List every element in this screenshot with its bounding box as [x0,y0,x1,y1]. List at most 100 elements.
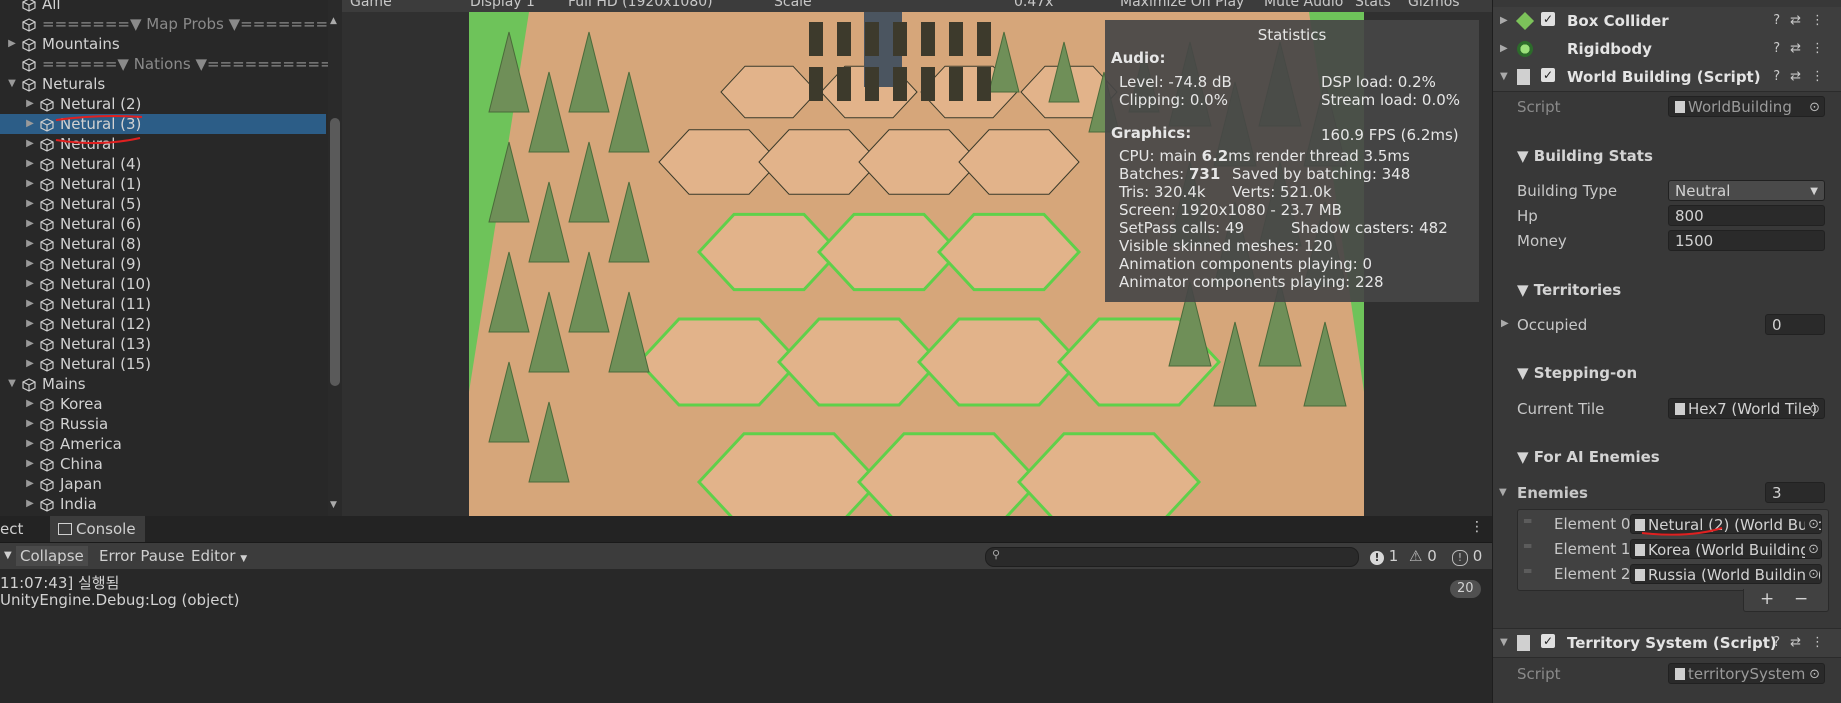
warning-count-toggle[interactable]: ⚠ 0 [1405,546,1441,566]
hierarchy-row[interactable]: ▶ Netural (12) [0,314,326,334]
foldout-arrow[interactable]: ▶ [24,274,36,294]
maximize-on-play-button[interactable]: Maximize On Play [1120,0,1244,10]
mute-audio-button[interactable]: Mute Audio [1264,0,1343,10]
drag-handle-icon[interactable]: ═ [1524,564,1531,578]
hierarchy-row[interactable]: ▶ India [0,494,326,514]
foldout-arrow[interactable]: ▼ [1499,487,1507,498]
error-pause-button[interactable]: Error Pause [95,546,188,566]
foldout-arrow[interactable]: ▶ [1500,15,1508,26]
foldout-arrow[interactable]: ▶ [24,414,36,434]
foldout-arrow[interactable]: ▼ [1500,637,1508,648]
world-building-header[interactable]: ▼ ✓ World Building (Script) ?⇄⋮ [1493,63,1841,92]
foldout-arrow[interactable]: ▶ [24,434,36,454]
foldout-arrow[interactable]: ▶ [1501,318,1509,329]
hierarchy-row[interactable]: ▶ America [0,434,326,454]
rigidbody-header[interactable]: ▶ Rigidbody ?⇄⋮ [1493,35,1841,64]
hierarchy-row[interactable]: ▶ Netural [0,134,326,154]
gizmos-button[interactable]: Gizmos [1408,0,1460,10]
object-picker-icon[interactable]: ⊙ [1809,97,1820,116]
enemies-label[interactable]: Enemies [1517,484,1588,502]
territories-heading[interactable]: ▼ Territories [1517,281,1621,299]
drag-handle-icon[interactable]: ═ [1524,514,1531,528]
foldout-arrow[interactable]: ▶ [24,194,36,214]
hierarchy-row[interactable]: ▶ Korea [0,394,326,414]
object-picker-icon[interactable]: ⊙ [1805,565,1819,583]
collapse-button[interactable]: Collapse [16,546,88,566]
component-header-icons[interactable]: ?⇄⋮ [1773,41,1834,56]
hierarchy-row[interactable]: ▼ Mains [0,374,326,394]
hierarchy-row[interactable]: ▶ Netural (4) [0,154,326,174]
hierarchy-row[interactable]: ======▼ Nations ▼========== [0,54,333,74]
scroll-up-arrow[interactable]: ▲ [330,16,337,26]
error-count-toggle[interactable]: ! 0 [1448,546,1486,566]
foldout-arrow[interactable]: ▼ [6,374,18,394]
hierarchy-row[interactable]: ▶ Netural (9) [0,254,326,274]
hierarchy-row[interactable]: ▶ Netural (3) [0,114,326,134]
hierarchy-row[interactable]: ▶ Netural (15) [0,354,326,374]
tab-project[interactable]: ect [0,516,23,542]
clear-dropdown-arrow[interactable]: ▼ [0,546,16,566]
script-field[interactable]: WorldBuilding ⊙ [1668,96,1825,117]
resolution-dropdown[interactable]: Full HD (1920x1080) [568,0,713,10]
component-header-icons[interactable]: ?⇄⋮ [1773,13,1834,28]
foldout-arrow[interactable]: ▶ [24,394,36,414]
foldout-arrow[interactable]: ▶ [24,154,36,174]
money-field[interactable]: 1500 [1668,230,1825,251]
hierarchy-row[interactable]: ▶ Russia [0,414,326,434]
tab-console[interactable]: Console [50,516,145,542]
hierarchy-row[interactable]: ▶ Netural (13) [0,334,326,354]
for-ai-enemies-heading[interactable]: ▼ For AI Enemies [1517,448,1660,466]
hierarchy-row[interactable]: ▶ Netural (5) [0,194,326,214]
list-item[interactable]: ═ Element 2 Russia (World Building) ⊙ [1518,562,1828,586]
foldout-arrow[interactable]: ▶ [24,294,36,314]
console-menu-icon[interactable]: ⋮ [1470,519,1484,535]
stepping-on-heading[interactable]: ▼ Stepping-on [1517,364,1637,382]
info-count-toggle[interactable]: ! 1 [1366,546,1402,566]
hierarchy-row[interactable]: ▶ Japan [0,474,326,494]
object-picker-icon[interactable]: ⊙ [1809,399,1820,418]
hierarchy-row[interactable]: ▶ Netural (8) [0,234,326,254]
hp-field[interactable]: 800 [1668,205,1825,226]
component-header-icons[interactable]: ?⇄⋮ [1773,635,1834,650]
world-building-enabled-checkbox[interactable]: ✓ [1541,68,1555,82]
box-collider-enabled-checkbox[interactable]: ✓ [1541,12,1555,26]
list-item[interactable]: ═ Element 1 Korea (World Building) ⊙ [1518,537,1828,561]
foldout-arrow[interactable]: ▶ [24,354,36,374]
hierarchy-row[interactable]: All [0,0,326,14]
occupied-count[interactable]: 0 [1765,314,1825,335]
editor-dropdown[interactable]: Editor ▼ [187,546,251,566]
element-field[interactable]: Netural (2) (World Building)⊙ [1630,514,1822,534]
foldout-arrow[interactable]: ▶ [24,454,36,474]
foldout-arrow[interactable]: ▶ [24,94,36,114]
hierarchy-row[interactable]: ▶ Netural (10) [0,274,326,294]
foldout-arrow[interactable]: ▶ [24,494,36,514]
foldout-arrow[interactable]: ▶ [24,334,36,354]
console-search-input[interactable]: ⚲ [985,547,1359,567]
building-type-dropdown[interactable]: Neutral ▼ [1668,180,1825,201]
territory-system-enabled-checkbox[interactable]: ✓ [1541,634,1555,648]
hierarchy-row[interactable]: ▶ Mountains [0,34,326,54]
foldout-arrow[interactable]: ▶ [24,234,36,254]
foldout-arrow[interactable]: ▶ [24,174,36,194]
stats-button[interactable]: Stats [1355,0,1391,10]
foldout-arrow[interactable]: ▼ [1500,71,1508,82]
foldout-arrow[interactable]: ▶ [6,34,18,54]
foldout-arrow[interactable]: ▶ [24,474,36,494]
component-header-icons[interactable]: ?⇄⋮ [1773,69,1834,84]
game-view-dropdown[interactable]: Game [350,0,392,10]
hierarchy-scroll-thumb[interactable] [330,118,340,386]
hierarchy-row[interactable]: =======▼ Map Probs ▼========== [0,14,342,34]
current-tile-field[interactable]: Hex7 (World Tile) ⊙ [1668,398,1825,419]
enemies-count[interactable]: 3 [1765,482,1825,503]
hierarchy-row[interactable]: ▶ Netural (6) [0,214,326,234]
hierarchy-row[interactable]: ▶ Netural (1) [0,174,326,194]
foldout-arrow[interactable]: ▼ [6,74,18,94]
foldout-arrow[interactable]: ▶ [24,134,36,154]
log-entry[interactable]: 11:07:43] 실행됨 UnityEngine.Debug:Log (obj… [0,572,1492,612]
drag-handle-icon[interactable]: ═ [1524,539,1531,553]
object-picker-icon[interactable]: ⊙ [1805,515,1819,533]
element-field[interactable]: Russia (World Building) ⊙ [1630,564,1822,584]
remove-element-button[interactable]: − [1794,589,1808,609]
foldout-arrow[interactable]: ▶ [24,314,36,334]
list-item[interactable]: ═Element 0Netural (2) (World Building)⊙ [1518,512,1828,536]
